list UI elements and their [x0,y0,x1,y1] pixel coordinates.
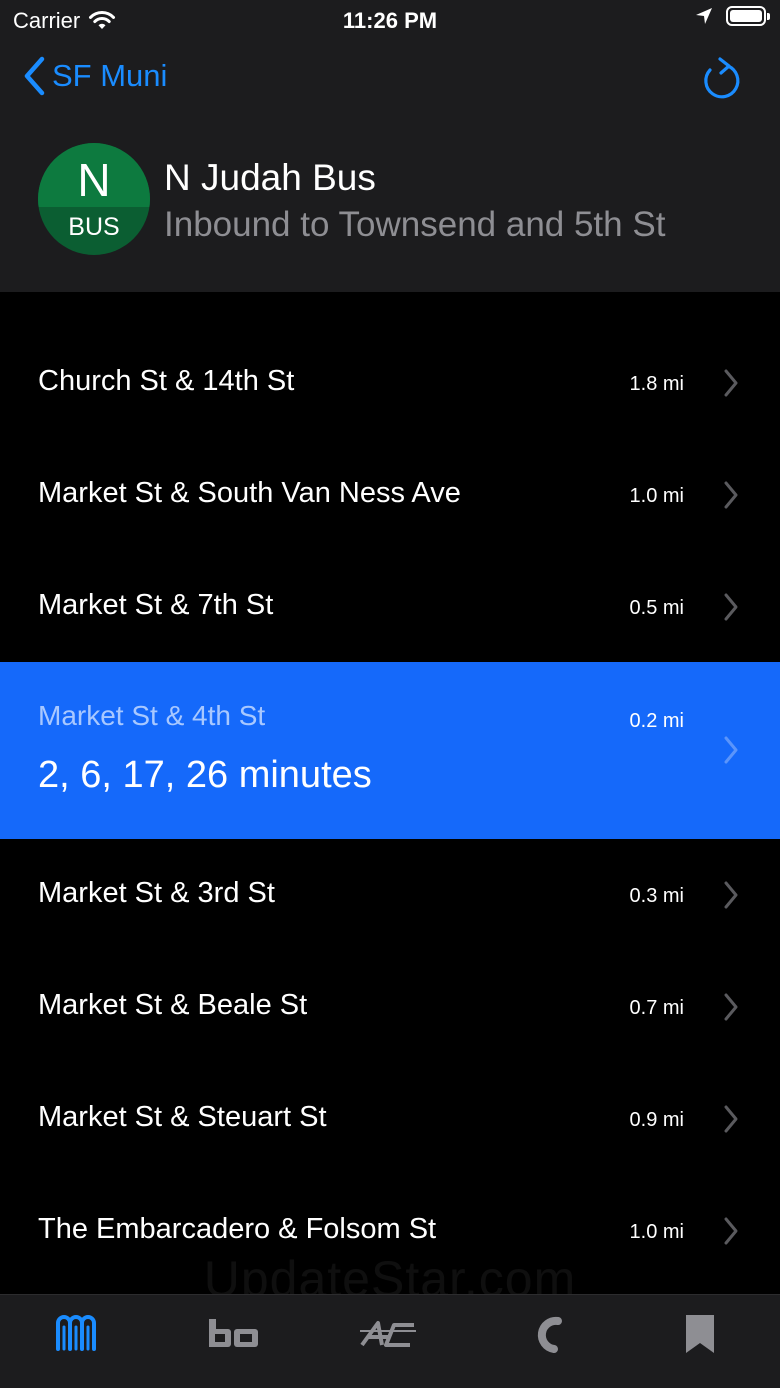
stop-row[interactable]: Church St & 14th St 1.8 mi [0,327,780,439]
stop-name: Church St & 14th St [38,365,295,397]
tab-bart[interactable] [204,1309,264,1359]
stop-distance: 1.8 mi [629,373,684,395]
chevron-right-icon [724,881,738,909]
stop-name: Market St & Steuart St [38,1101,327,1133]
stop-distance: 0.2 mi [629,710,684,732]
bookmark-icon [686,1315,714,1353]
tab-caltrain[interactable] [514,1309,574,1359]
back-button[interactable]: SF Muni [22,56,167,96]
stop-distance: 0.7 mi [629,997,684,1019]
status-right [694,6,770,26]
refresh-button[interactable] [700,56,744,104]
caltrain-logo-icon [537,1316,562,1353]
nav-bar: SF Muni [0,50,780,110]
route-badge: N BUS [38,143,150,255]
tab-bookmarks[interactable] [670,1309,730,1359]
stop-distance: 0.5 mi [629,597,684,619]
stop-name: Market St & South Van Ness Ave [38,477,461,509]
stop-distance: 0.3 mi [629,885,684,907]
stop-row[interactable]: Market St & Beale St 0.7 mi [0,951,780,1063]
bart-logo-icon [209,1319,258,1347]
route-header: N BUS N Judah Bus Inbound to Townsend an… [38,143,758,255]
route-badge-letter: N [77,154,111,206]
chevron-right-icon [724,369,738,397]
stop-name: Market St & Beale St [38,989,308,1021]
tab-muni[interactable] [48,1309,108,1359]
stop-distance: 0.9 mi [629,1109,684,1131]
chevron-left-icon [24,56,45,96]
status-bar: Carrier 11:26 PM [0,0,780,40]
ac-transit-logo-icon [360,1321,416,1347]
tab-bar [0,1294,780,1388]
stop-row[interactable]: Market St & 7th St 0.5 mi [0,551,780,663]
stop-name: Market St & 7th St [38,589,274,621]
route-title: N Judah Bus [164,157,376,198]
muni-logo-icon [56,1315,96,1351]
chevron-right-icon [724,481,738,509]
route-badge-type: BUS [68,213,120,241]
stop-name: Market St & 3rd St [38,877,275,909]
arrival-times: 2, 6, 17, 26 minutes [38,754,372,796]
back-label: SF Muni [52,58,168,93]
chevron-right-icon [724,993,738,1021]
location-arrow-icon [696,8,712,24]
stop-row[interactable]: Market St & Steuart St 0.9 mi [0,1063,780,1175]
status-time: 11:26 PM [342,8,438,33]
header-area: Carrier 11:26 PM SF Muni N BUS N Judah B… [0,0,780,292]
stop-distance: 1.0 mi [629,485,684,507]
chevron-right-icon [724,593,738,621]
chevron-right-icon [724,1105,738,1133]
stop-name: The Embarcadero & Folsom St [38,1213,437,1245]
stop-row-selected[interactable]: Market St & 4th St 0.2 mi 2, 6, 17, 26 m… [0,662,780,839]
stop-name: Market St & 4th St [38,700,266,731]
refresh-icon [704,57,740,99]
stop-distance: 1.0 mi [629,1221,684,1243]
chevron-right-icon [724,1217,738,1245]
stop-row[interactable]: Market St & 3rd St 0.3 mi [0,839,780,951]
tab-ac-transit[interactable] [358,1309,418,1359]
stop-list: Church St & 14th St 1.8 mi Market St & S… [0,327,780,1287]
stop-row[interactable]: Market St & South Van Ness Ave 1.0 mi [0,439,780,551]
route-direction: Inbound to Townsend and 5th St [164,205,666,244]
battery-full-icon [726,6,770,26]
chevron-right-icon [724,736,738,764]
